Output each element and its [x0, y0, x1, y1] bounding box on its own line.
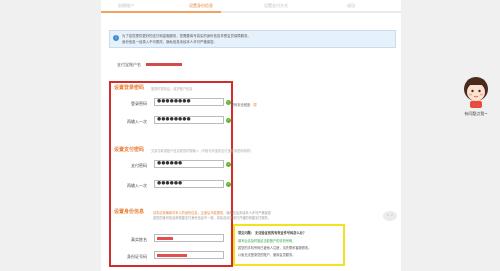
progress-bar-fill [101, 11, 221, 13]
account-label: 支付宝账户名 [117, 62, 141, 67]
progress-steps: 创建账户 设置身份信息 设置支付方式 成功 [101, 0, 401, 14]
real-name-redacted [157, 237, 173, 240]
help-widget[interactable]: 有问题点我~ [456, 75, 496, 125]
pay-password-label: 支付密码 [131, 163, 147, 168]
mascot-icon [464, 77, 488, 108]
check-icon: ✓ [226, 182, 231, 187]
id-number-input[interactable] [154, 251, 224, 259]
check-icon: ✓ [226, 162, 231, 167]
pay-password-title: 设置支付密码 [114, 147, 145, 153]
real-name-input[interactable] [154, 234, 224, 242]
identity-title: 设置身份信息 [114, 209, 145, 215]
pay-password-input[interactable]: ●●●●●● [154, 160, 224, 168]
faq-tip-line-3: 以免无法登录您的账户，使用会员服务。 [238, 253, 296, 257]
login-password-input[interactable]: ●●●●●●●● [154, 98, 224, 106]
notice-line-1: 为了给您提供更好的支付和金融服务，您需要填写真实的身份信息享受会员保障服务。 [122, 34, 251, 38]
info-notice: i 为了给您提供更好的支付和金融服务，您需要填写真实的身份信息享受会员保障服务。… [109, 30, 396, 48]
account-name-redacted [146, 63, 182, 66]
step-payment: 设置支付方式 [264, 3, 288, 8]
login-password-label: 登录密码 [131, 101, 147, 106]
check-icon: ✓ [226, 118, 231, 123]
login-password-confirm-input[interactable]: ●●●●●●●● [154, 116, 224, 124]
id-number-redacted [157, 254, 187, 257]
faq-tip-line-2: 若您的手机号码已被他人注册，请先联系客服修改。 [238, 246, 312, 250]
pay-password-hint: 交易付款或账户信息更改时需输入（不能与淘宝或支付宝登录密码相同） [151, 149, 253, 153]
password-strength-label: 密码安全程度： [231, 103, 254, 107]
login-password-title: 设置登录密码 [114, 85, 145, 91]
faq-tip-line-1: 填写后请及时验证当前账户的手机号码， [238, 239, 296, 243]
password-strength: 密码安全程度：弱 [231, 102, 257, 107]
id-number-label: 身份证号码 [127, 254, 147, 259]
step-create-account: 创建账户 [118, 3, 134, 8]
faq-tip-box: 常见问题： 无法验证到的有效证件号码怎么办？ 填写后请及时验证当前账户的手机号码… [233, 224, 345, 266]
info-icon: i [113, 35, 119, 41]
pay-password-confirm-input[interactable]: ●●●●●● [154, 180, 224, 188]
pay-password-confirm-label: 再输入一次 [127, 183, 147, 188]
mascot-faded-icon [383, 211, 397, 221]
step-identity: 设置身份信息 [189, 3, 213, 8]
real-name-label: 真实姓名 [131, 237, 147, 242]
login-password-hint: 登录时需验证，保护账户信息 [151, 87, 193, 91]
step-success: 成功 [347, 3, 355, 8]
help-label[interactable]: 有问题点我~ [456, 111, 496, 117]
notice-line-2: 身份信息一经录入不可更改，隐私信息未经本人许可严格保密。 [122, 40, 217, 44]
identity-hint-line-2: 若您的身份信息和快捷支付身份信息不一致，将会自动关闭已开通的快捷支付服务。 [153, 216, 271, 220]
progress-bar [101, 11, 401, 13]
password-strength-value: 弱 [253, 103, 257, 107]
login-password-confirm-label: 再输入一次 [127, 119, 147, 124]
faq-tip-title: 常见问题： 无法验证到的有效证件号码怎么办？ [238, 231, 307, 235]
